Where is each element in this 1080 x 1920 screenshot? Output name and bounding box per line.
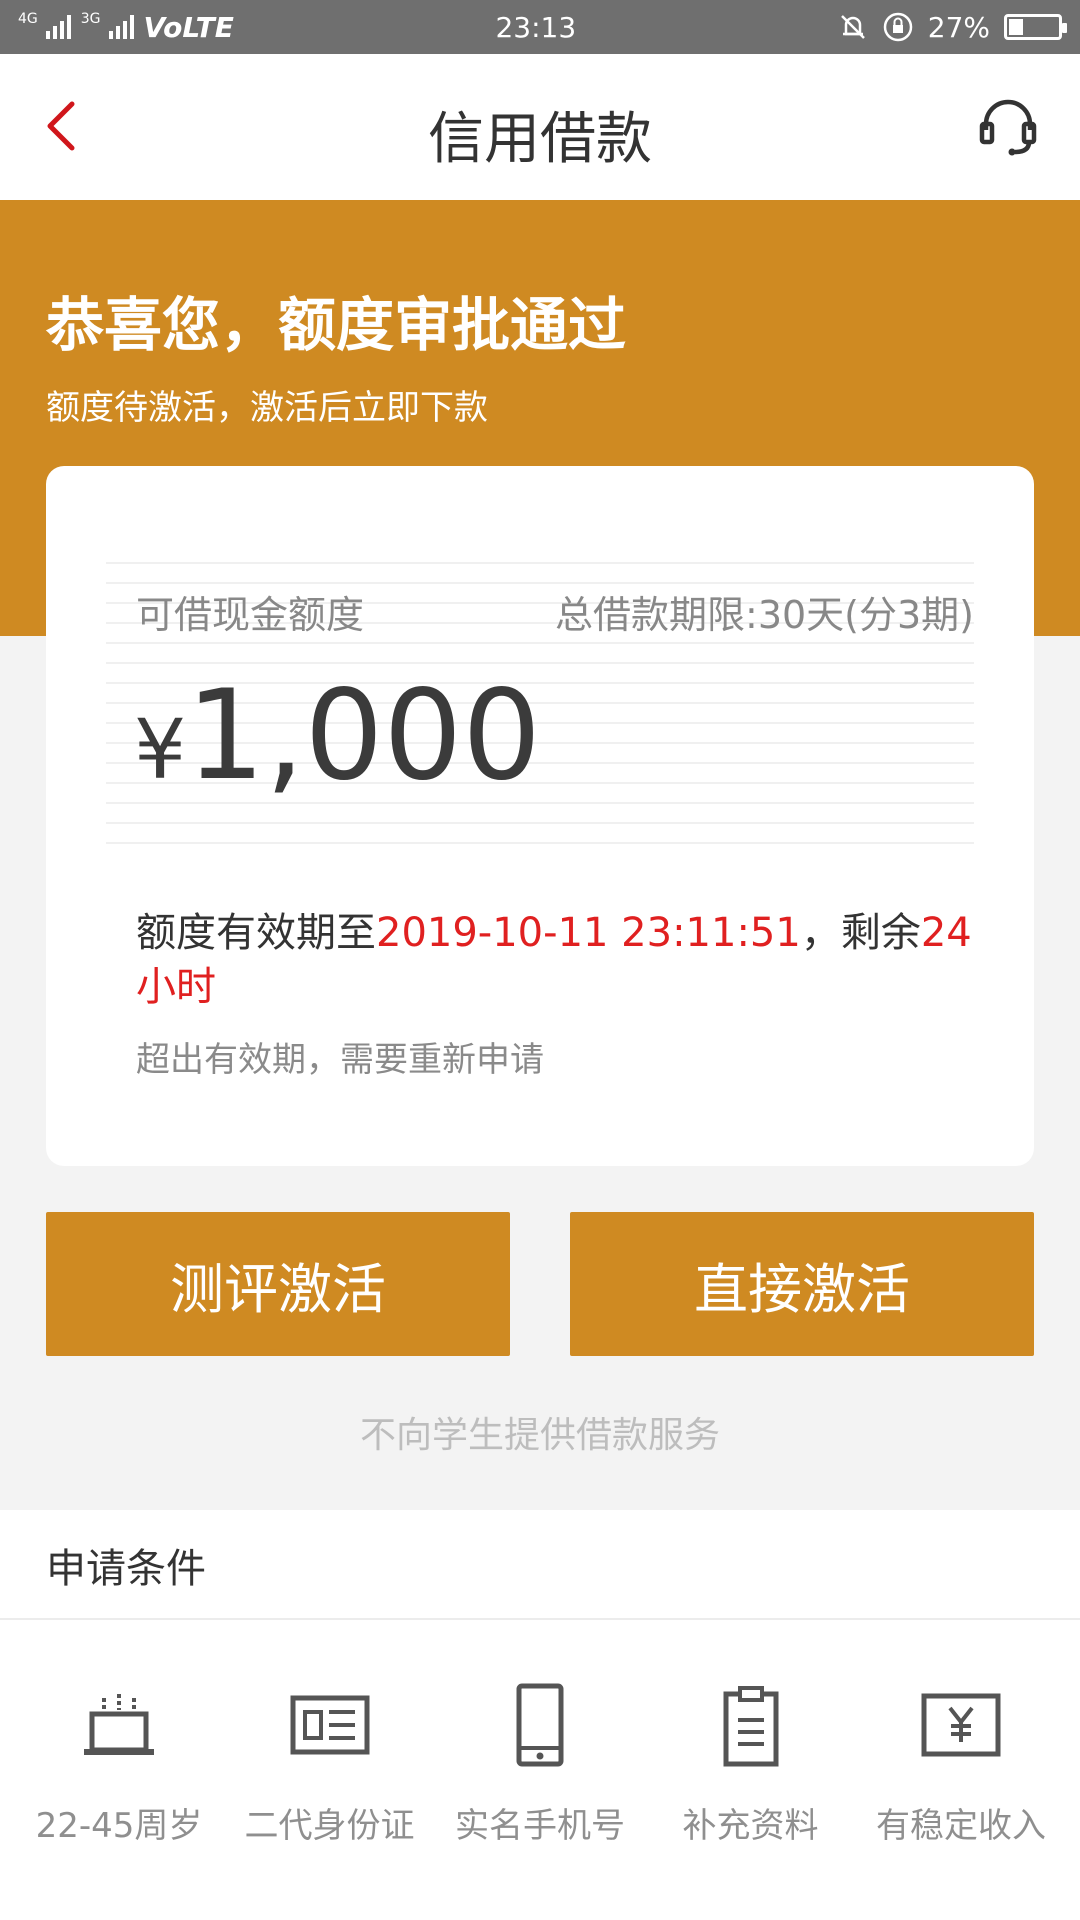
amount-value: 1,000: [186, 664, 542, 808]
condition-label: 二代身份证: [244, 1806, 415, 1846]
condition-documents: 补充资料: [646, 1680, 856, 1880]
income-icon: [921, 1693, 1001, 1757]
signal-icon: [45, 15, 71, 39]
conditions-title: 申请条件: [46, 1546, 206, 1592]
battery-percent: 27%: [927, 10, 990, 44]
conditions-section: 申请条件 22-45周岁 二代身份证 实名手机号 补充资料 有稳定收入: [0, 1510, 1080, 1920]
evaluate-activate-button[interactable]: 测评激活: [46, 1212, 510, 1356]
battery-icon: [1004, 14, 1067, 40]
conditions-list: 22-45周岁 二代身份证 实名手机号 补充资料 有稳定收入: [0, 1680, 1080, 1880]
direct-activate-button[interactable]: 直接激活: [570, 1212, 1034, 1356]
cake-icon: [84, 1694, 154, 1755]
page-title: 信用借款: [428, 107, 652, 172]
condition-id-card: 二代身份证: [225, 1680, 435, 1880]
network-4g-label: 4G: [18, 11, 38, 27]
validity-datetime: 2019-10-11 23:11:51: [376, 910, 801, 956]
condition-label: 22-45周岁: [35, 1806, 203, 1846]
phone-icon: [516, 1683, 564, 1767]
network-3g-label: 3G: [80, 11, 101, 27]
divider: [0, 1618, 1080, 1620]
credit-amount-label: 可借现金额度: [136, 593, 365, 637]
validity-text: 额度有效期至2019-10-11 23:11:51，剩余24小时: [136, 906, 976, 1014]
credit-card-panel: 可借现金额度 总借款期限:30天(分3期) ¥1,000 额度有效期至2019-…: [46, 466, 1034, 1166]
headset-icon[interactable]: [976, 94, 1040, 158]
condition-age: 22-45周岁: [14, 1680, 224, 1880]
validity-mid: ，剩余: [800, 910, 921, 956]
condition-income: 有稳定收入: [856, 1680, 1066, 1880]
validity-prefix: 额度有效期至: [136, 910, 376, 956]
status-bar: 4G 3G VoLTE 23:13 27%: [0, 0, 1080, 54]
clipboard-icon: [723, 1686, 778, 1767]
volte-label: VoLTE: [143, 10, 234, 44]
app-header: 信用借款: [0, 54, 1080, 200]
condition-label: 补充资料: [682, 1806, 819, 1846]
condition-label: 实名手机号: [455, 1806, 625, 1846]
signal-icon-2: [108, 15, 134, 39]
bell-muted-icon: [840, 15, 865, 39]
condition-label: 有稳定收入: [876, 1806, 1046, 1846]
credit-amount: ¥1,000: [134, 674, 541, 798]
currency-symbol: ¥: [134, 703, 187, 798]
expire-note: 超出有效期，需要重新申请: [136, 1040, 544, 1080]
id-card-icon: [290, 1695, 369, 1755]
status-left: 4G 3G VoLTE: [18, 11, 234, 44]
student-notice: 不向学生提供借款服务: [359, 1415, 720, 1456]
banner-title: 恭喜您，额度审批通过: [46, 291, 627, 359]
loan-term-label: 总借款期限:30天(分3期): [555, 593, 974, 637]
status-time: 23:13: [495, 10, 577, 44]
banner-subtitle: 额度待激活，激活后立即下款: [46, 388, 488, 428]
status-right: 27%: [838, 10, 1067, 44]
rotation-lock-icon: [883, 12, 913, 42]
condition-phone: 实名手机号: [435, 1680, 645, 1880]
